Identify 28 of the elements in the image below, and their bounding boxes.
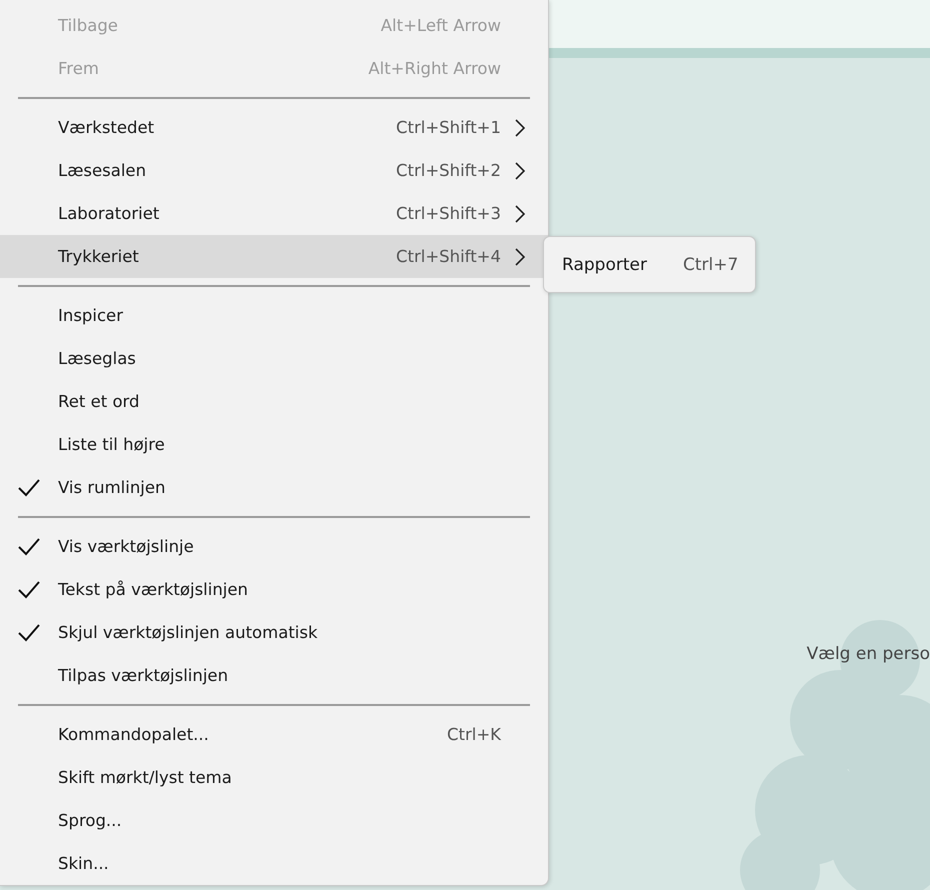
checkmark-icon bbox=[18, 624, 40, 642]
menu-item[interactable]: Sprog... bbox=[0, 799, 548, 842]
checkmark-icon bbox=[18, 478, 40, 496]
menu-item[interactable]: Inspicer bbox=[0, 294, 548, 337]
menu-item[interactable]: Læsesalen Ctrl+Shift+2 bbox=[0, 149, 548, 192]
menu-item[interactable]: Værkstedet Ctrl+Shift+1 bbox=[0, 106, 548, 149]
menu-item[interactable]: Skjul værktøjslinjen automatisk bbox=[0, 611, 548, 654]
menu-item[interactable]: Liste til højre bbox=[0, 423, 548, 466]
menu-item[interactable]: Vis værktøjslinje bbox=[0, 525, 548, 568]
checkmark-icon bbox=[18, 538, 40, 556]
menu-item[interactable]: Kommandopalet... Ctrl+K bbox=[0, 713, 548, 756]
submenu-item[interactable]: Rapporter bbox=[562, 254, 647, 274]
chevron-right-icon bbox=[515, 204, 525, 222]
menu-item[interactable]: Læseglas bbox=[0, 337, 548, 380]
checkmark-icon bbox=[18, 580, 40, 598]
menu-item[interactable]: Tekst på værktøjslinjen bbox=[0, 568, 548, 611]
menu-item[interactable]: Tilpas værktøjslinjen bbox=[0, 654, 548, 697]
hint-text: Vælg en perso bbox=[806, 644, 930, 664]
menu-item[interactable]: Ret et ord bbox=[0, 380, 548, 423]
menu-item[interactable]: Vis rumlinjen bbox=[0, 466, 548, 509]
menu-item[interactable]: Skin... bbox=[0, 842, 548, 885]
shortcut-text: Ctrl+7 bbox=[682, 254, 738, 274]
menu-item[interactable]: Trykkeriet Ctrl+Shift+4 bbox=[0, 235, 548, 278]
chevron-right-icon bbox=[515, 118, 525, 136]
menu-item[interactable]: Laboratoriet Ctrl+Shift+3 bbox=[0, 192, 548, 235]
menu-item[interactable]: Skift mørkt/lyst tema bbox=[0, 756, 548, 799]
chevron-right-icon bbox=[515, 248, 525, 266]
chevron-right-icon bbox=[515, 162, 525, 180]
